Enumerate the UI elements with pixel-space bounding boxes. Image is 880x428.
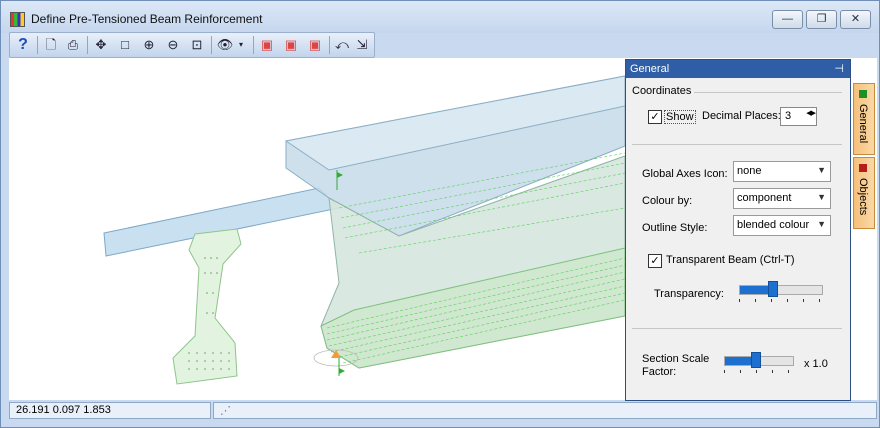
colour-by-select[interactable]: component ▼ bbox=[733, 188, 831, 209]
outline-style-value: blended colour bbox=[737, 219, 810, 231]
global-axes-select[interactable]: none ▼ bbox=[733, 161, 831, 182]
print-icon[interactable]: ⎙ bbox=[64, 36, 82, 54]
chevron-down-icon: ▼ bbox=[817, 192, 826, 202]
toolbar-separator bbox=[329, 36, 330, 54]
chevron-down-icon: ▼ bbox=[817, 165, 826, 175]
toolbar-separator bbox=[87, 36, 88, 54]
zoom-extents-icon[interactable]: ⊡ bbox=[188, 36, 206, 54]
outline-style-label: Outline Style: bbox=[642, 222, 708, 234]
decimal-places-value: 3 bbox=[785, 110, 792, 122]
show-coordinates-label[interactable]: Show bbox=[664, 110, 696, 124]
close-button[interactable]: ✕ bbox=[840, 10, 871, 29]
export-view-icon[interactable]: ⇲ bbox=[353, 36, 371, 54]
coordinates-heading: Coordinates bbox=[632, 85, 692, 97]
toolbar: ? 🗋 ⎙ ✥ □ ⊕ ⊖ ⊡ 👁 ▾ ▣ ▣ ▣ ⤺ ⇲ bbox=[9, 32, 375, 58]
colour-by-value: component bbox=[737, 192, 792, 204]
cube-side-icon[interactable]: ▣ bbox=[282, 36, 300, 54]
decimal-places-label: Decimal Places: bbox=[702, 110, 781, 122]
reset-view-icon[interactable]: ⤺ bbox=[333, 36, 351, 54]
coordinates-readout: 26.191 0.097 1.853 bbox=[9, 402, 211, 419]
slider-thumb[interactable] bbox=[751, 352, 761, 368]
slider-ticks bbox=[724, 370, 792, 373]
tab-objects-label: Objects bbox=[857, 178, 869, 216]
zoom-in-icon[interactable]: ⊕ bbox=[140, 36, 158, 54]
help-icon[interactable]: ? bbox=[14, 36, 32, 54]
restore-button[interactable]: ❐ bbox=[806, 10, 837, 29]
objects-tab-icon bbox=[859, 164, 867, 172]
print-preview-icon[interactable]: 🗋 bbox=[42, 36, 60, 54]
status-bar: 26.191 0.097 1.853 ⋰ bbox=[9, 402, 877, 419]
spinner-arrows-icon[interactable]: ◀▶ bbox=[806, 109, 816, 117]
panel-title: General bbox=[630, 63, 670, 75]
show-coordinates-checkbox[interactable]: ✓ bbox=[648, 110, 662, 124]
tab-general[interactable]: General bbox=[853, 83, 875, 155]
chevron-down-icon: ▼ bbox=[817, 219, 826, 229]
app-icon bbox=[10, 12, 25, 27]
resize-grip-icon[interactable]: ⋰ bbox=[220, 404, 872, 417]
status-pane: ⋰ bbox=[213, 402, 877, 419]
group-divider bbox=[694, 92, 842, 93]
global-axes-value: none bbox=[737, 165, 762, 177]
window-title: Define Pre-Tensioned Beam Reinforcement bbox=[31, 12, 263, 26]
section-scale-label: Section Scale bbox=[642, 353, 710, 365]
pin-icon[interactable]: ⊣ bbox=[834, 62, 844, 75]
toolbar-separator bbox=[37, 36, 38, 54]
panel-header: General ⊣ bbox=[626, 60, 850, 78]
section-scale-value: x 1.0 bbox=[804, 358, 828, 370]
decimal-places-spinner[interactable]: 3 ◀▶ bbox=[780, 107, 817, 126]
section-scale-label-2: Factor: bbox=[642, 366, 677, 378]
transparency-label: Transparency: bbox=[654, 288, 724, 300]
global-axes-label: Global Axes Icon: bbox=[642, 168, 728, 180]
app-window: Define Pre-Tensioned Beam Reinforcement … bbox=[0, 0, 880, 428]
cube-front-icon[interactable]: ▣ bbox=[258, 36, 276, 54]
title-bar: Define Pre-Tensioned Beam Reinforcement … bbox=[1, 1, 879, 33]
select-box-icon[interactable]: □ bbox=[116, 36, 134, 54]
section-divider bbox=[632, 144, 842, 145]
outline-style-select[interactable]: blended colour ▼ bbox=[733, 215, 831, 236]
view-dropdown-icon[interactable]: ▾ bbox=[232, 36, 250, 54]
toolbar-separator bbox=[211, 36, 212, 54]
coordinates-text: 26.191 0.097 1.853 bbox=[16, 404, 111, 416]
slider-thumb[interactable] bbox=[768, 281, 778, 297]
section-divider bbox=[632, 328, 842, 329]
tab-general-label: General bbox=[857, 104, 869, 144]
tab-objects[interactable]: Objects bbox=[853, 157, 875, 229]
section-scale-slider[interactable] bbox=[724, 349, 794, 373]
minimize-button[interactable]: — bbox=[772, 10, 803, 29]
general-tab-icon bbox=[859, 90, 867, 98]
beam-cross-section bbox=[172, 228, 242, 385]
transparent-beam-checkbox[interactable]: ✓ bbox=[648, 254, 662, 268]
slider-ticks bbox=[739, 299, 821, 302]
settings-panel: General ⊣ Coordinates ✓ Show Decimal Pla… bbox=[625, 59, 851, 401]
zoom-out-icon[interactable]: ⊖ bbox=[164, 36, 182, 54]
transparency-slider[interactable] bbox=[739, 278, 823, 302]
transparent-beam-label[interactable]: Transparent Beam (Ctrl-T) bbox=[666, 254, 795, 266]
slider-track bbox=[739, 285, 823, 295]
colour-by-label: Colour by: bbox=[642, 195, 693, 207]
cube-iso-icon[interactable]: ▣ bbox=[306, 36, 324, 54]
pan-icon[interactable]: ✥ bbox=[92, 36, 110, 54]
toolbar-separator bbox=[253, 36, 254, 54]
